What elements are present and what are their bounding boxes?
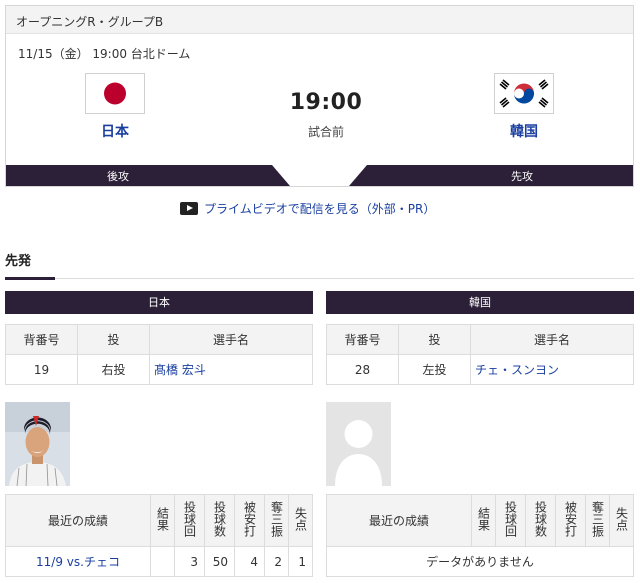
table-row: 28 左投 チェ・スンヨン (326, 354, 634, 385)
game-date: 11/15（金） 19:00 台北ドーム (18, 47, 191, 61)
game-card: オープニングR・グループB 11/15（金） 19:00 台北ドーム 日本 19… (5, 5, 634, 187)
header-recent: 最近の成績 (326, 494, 472, 547)
no-data-message: データがありません (326, 546, 634, 577)
prime-video-label: プライムビデオで配信を見る（外部・PR） (204, 201, 436, 216)
korea-flag-icon (494, 73, 554, 114)
table-header-row: 最近の成績 結果 投球回 投球数 被安打 奪三振 失点 (326, 494, 634, 547)
recent-strikeouts: 2 (264, 546, 289, 577)
recent-innings: 3 (174, 546, 205, 577)
header-hits: 被安打 (234, 494, 265, 547)
japan-team-bar: 日本 (5, 291, 313, 314)
korea-starter-table: 背番号 投 選手名 28 左投 チェ・スンヨン (326, 324, 634, 385)
player-throws: 右投 (77, 354, 150, 385)
section-divider (5, 278, 634, 279)
section-title: 先発 (5, 254, 32, 269)
header-innings: 投球回 (495, 494, 526, 547)
player-name-link[interactable]: チェ・スンヨン (470, 354, 634, 385)
away-order: 先攻 (511, 170, 533, 183)
header-result: 結果 (150, 494, 175, 547)
header-throws: 投 (398, 324, 471, 355)
play-icon (180, 201, 198, 215)
recent-game-link[interactable]: 11/9 vs.チェコ (5, 546, 151, 577)
header-strikeouts: 奪三振 (264, 494, 289, 547)
header-recent: 最近の成績 (5, 494, 151, 547)
recent-runs: 1 (288, 546, 313, 577)
table-row: 19 右投 髙橋 宏斗 (5, 354, 313, 385)
section-accent (5, 277, 55, 280)
away-team[interactable]: 韓国 (464, 73, 584, 141)
score-area: 19:00 試合前 (266, 90, 386, 140)
recent-pitches: 50 (204, 546, 235, 577)
home-team[interactable]: 日本 (55, 73, 175, 141)
recent-hits: 4 (234, 546, 265, 577)
round-title: オープニングR・グループB (6, 6, 633, 34)
table-header-row: 背番号 投 選手名 (326, 324, 634, 355)
prime-video-link[interactable]: プライムビデオで配信を見る（外部・PR） (180, 199, 435, 217)
header-runs: 失点 (288, 494, 313, 547)
header-innings: 投球回 (174, 494, 205, 547)
start-time: 19:00 (289, 90, 363, 115)
header-number: 背番号 (326, 324, 399, 355)
player-photo-placeholder (326, 402, 391, 486)
table-header-row: 背番号 投 選手名 (5, 324, 313, 355)
player-photo[interactable] (5, 402, 70, 486)
player-throws: 左投 (398, 354, 471, 385)
header-player: 選手名 (470, 324, 634, 355)
table-header-row: 最近の成績 結果 投球回 投球数 被安打 奪三振 失点 (5, 494, 313, 547)
japan-starter-column: 日本 背番号 投 選手名 19 右投 髙橋 宏斗 最近の成績 結果 投球回 投球… (5, 291, 313, 577)
away-team-name[interactable]: 韓国 (464, 121, 584, 141)
header-number: 背番号 (5, 324, 78, 355)
japan-flag-icon (85, 73, 145, 114)
header-pitches: 投球数 (204, 494, 235, 547)
header-strikeouts: 奪三振 (585, 494, 610, 547)
header-hits: 被安打 (555, 494, 586, 547)
recent-result (150, 546, 175, 577)
header-pitches: 投球数 (525, 494, 556, 547)
home-order: 後攻 (107, 170, 129, 183)
player-number: 28 (326, 354, 399, 385)
header-throws: 投 (77, 324, 150, 355)
table-row: 11/9 vs.チェコ 3 50 4 2 1 (5, 546, 313, 577)
table-row: データがありません (326, 546, 634, 577)
home-team-name[interactable]: 日本 (55, 121, 175, 141)
player-name-link[interactable]: 髙橋 宏斗 (149, 354, 313, 385)
korea-starter-column: 韓国 背番号 投 選手名 28 左投 チェ・スンヨン 最近の成績 結果 投球回 … (326, 291, 634, 577)
header-runs: 失点 (609, 494, 634, 547)
header-result: 結果 (471, 494, 496, 547)
japan-recent-stats-table: 最近の成績 結果 投球回 投球数 被安打 奪三振 失点 11/9 vs.チェコ … (5, 494, 313, 577)
header-player: 選手名 (149, 324, 313, 355)
japan-starter-table: 背番号 投 選手名 19 右投 髙橋 宏斗 (5, 324, 313, 385)
korea-team-bar: 韓国 (326, 291, 634, 314)
korea-recent-stats-table: 最近の成績 結果 投球回 投球数 被安打 奪三振 失点 データがありません (326, 494, 634, 577)
game-status: 試合前 (307, 125, 344, 139)
player-number: 19 (5, 354, 78, 385)
batting-order-bar: 後攻 先攻 (6, 165, 633, 186)
